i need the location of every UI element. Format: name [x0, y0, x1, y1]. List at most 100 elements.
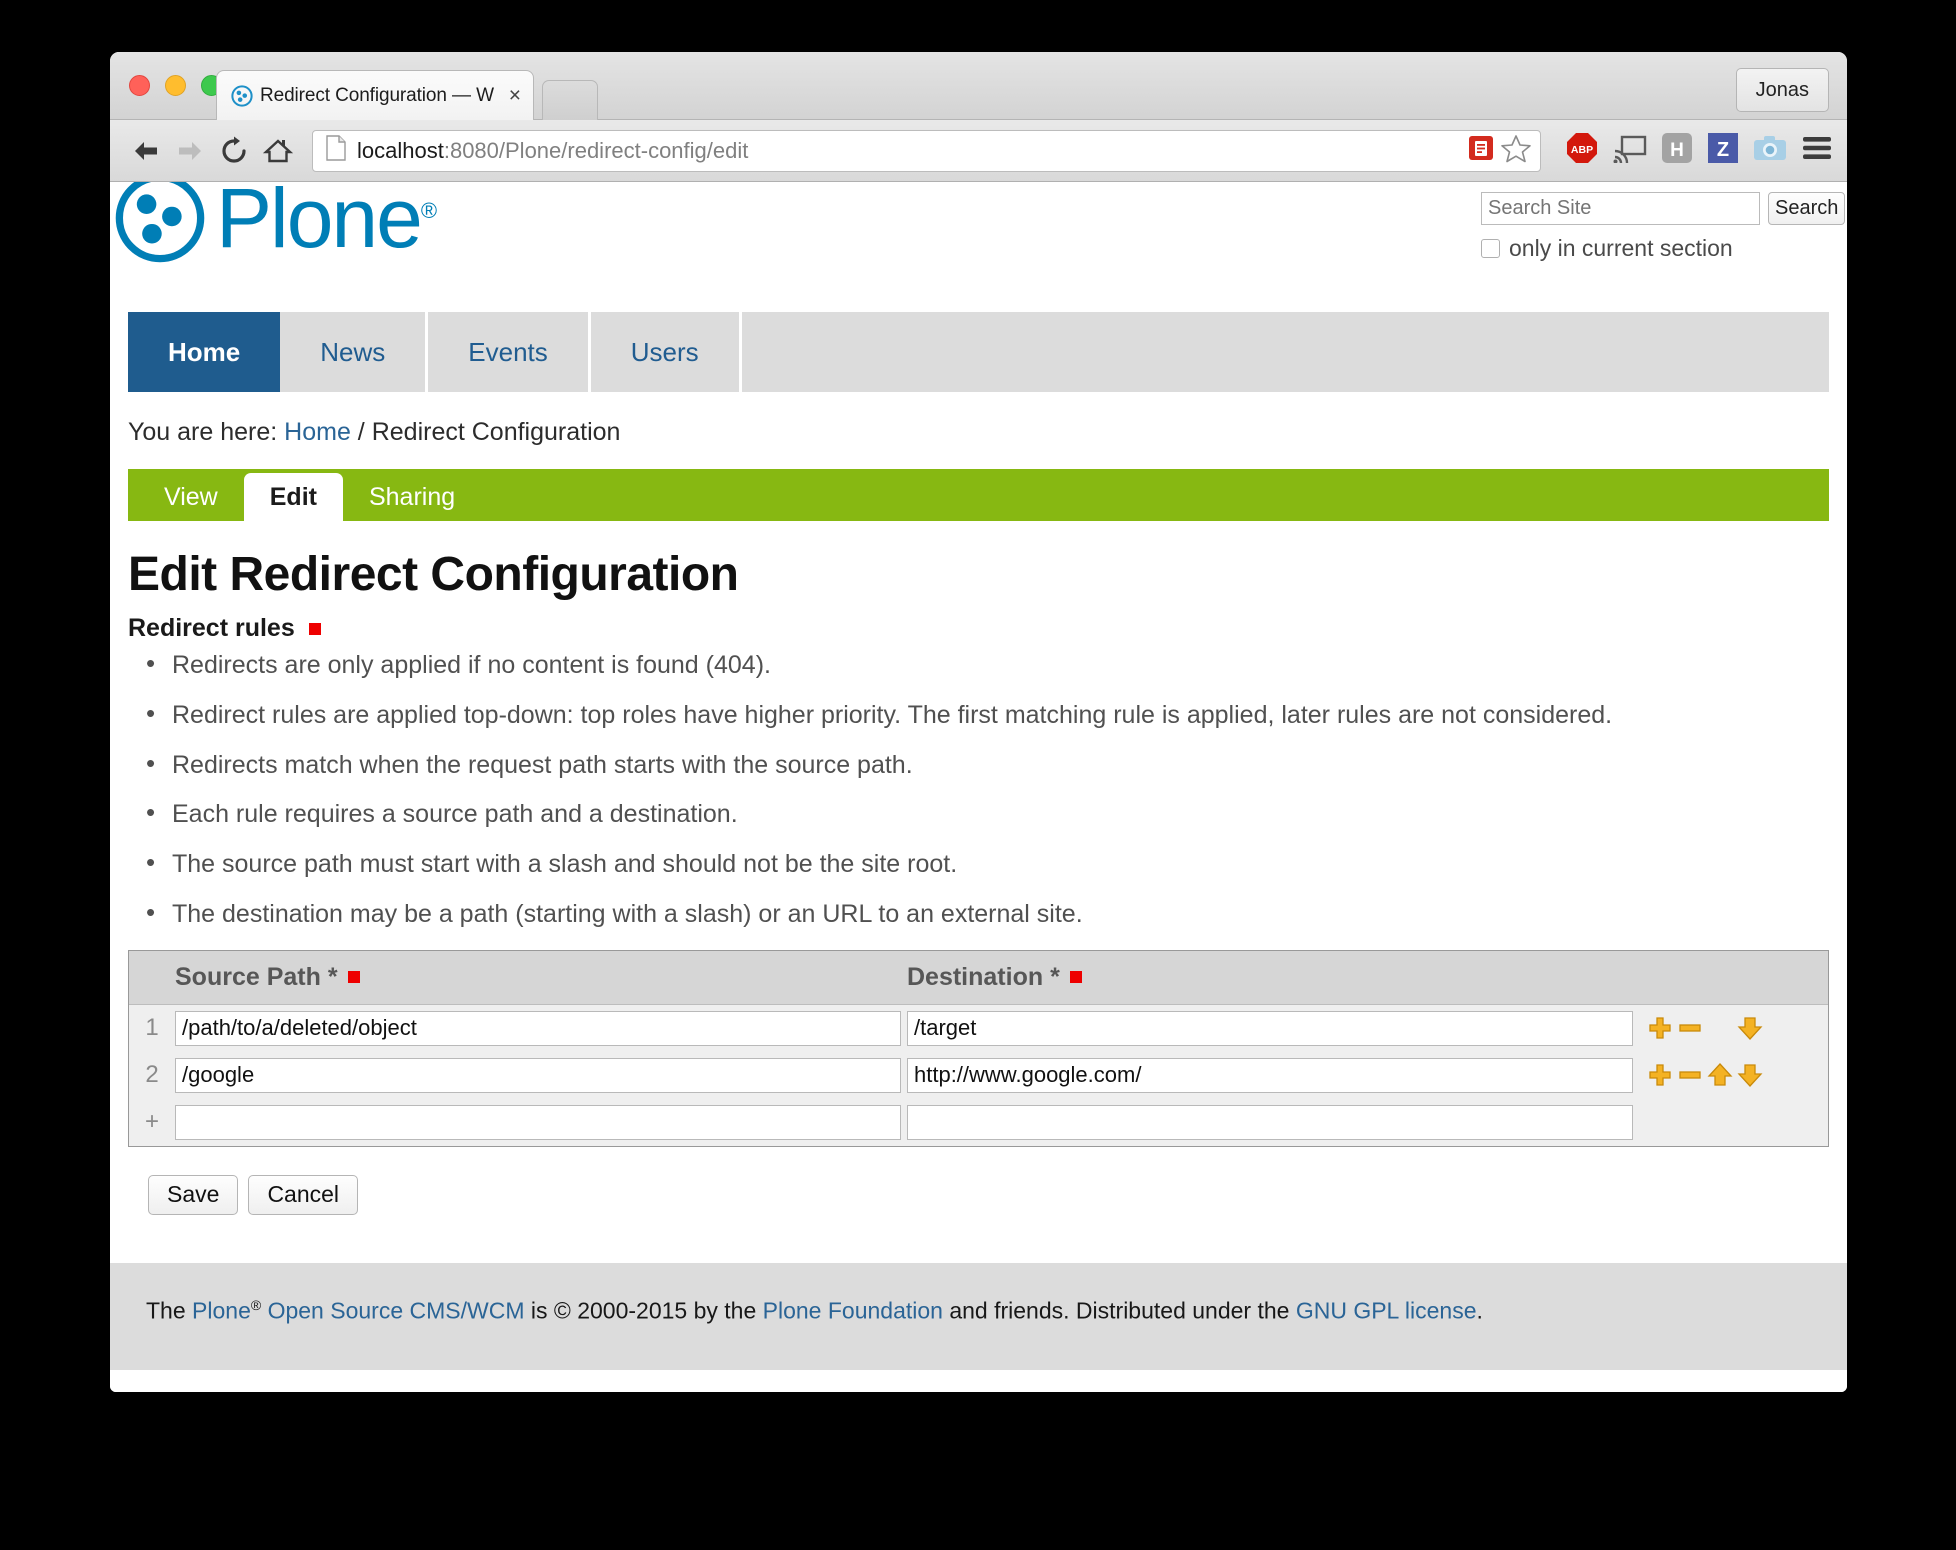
arrow-up-icon[interactable]: [1707, 1062, 1733, 1088]
minus-icon[interactable]: [1677, 1015, 1703, 1041]
svg-text:ABP: ABP: [1571, 144, 1593, 156]
profile-button[interactable]: Jonas: [1735, 68, 1829, 112]
destination-input[interactable]: [907, 1057, 1633, 1093]
footer-text-2: is © 2000-2015 by the: [524, 1297, 763, 1324]
tab-sharing[interactable]: Sharing: [343, 473, 481, 521]
reload-button[interactable]: [212, 129, 256, 173]
save-button[interactable]: Save: [148, 1174, 239, 1215]
browser-window: Redirect Configuration — W × Jonas local…: [110, 52, 1847, 1392]
hamburger-menu-icon[interactable]: [1801, 135, 1833, 166]
source-path-input-new[interactable]: [175, 1104, 901, 1140]
search-input[interactable]: [1481, 192, 1760, 225]
tab-label: Edit: [269, 482, 317, 511]
breadcrumb-current: Redirect Configuration: [371, 418, 621, 446]
column-header-source-path: Source Path *: [175, 963, 901, 992]
main-content: Edit Redirect Configuration Redirect rul…: [128, 521, 1829, 1215]
screenshot-camera-icon[interactable]: [1753, 134, 1787, 167]
required-marker-icon: [347, 971, 360, 983]
page-viewport: Plone® Search only in current section: [110, 182, 1847, 1392]
zotero-icon[interactable]: Z: [1707, 132, 1739, 169]
nav-item-label: Events: [468, 336, 548, 367]
breadcrumb-separator: /: [357, 418, 365, 446]
plone-page: Plone® Search only in current section: [110, 182, 1847, 1371]
close-tab-icon[interactable]: ×: [505, 85, 525, 106]
nav-item-events[interactable]: Events: [428, 312, 591, 392]
row-actions: [1633, 1062, 1828, 1088]
form-buttons: Save Cancel: [148, 1174, 1829, 1215]
logo-registered-mark: ®: [420, 198, 437, 223]
search-scope-row[interactable]: only in current section: [1481, 235, 1841, 262]
column-header-destination: Destination *: [907, 963, 1633, 992]
tab-view[interactable]: View: [138, 473, 244, 521]
plus-icon[interactable]: [1647, 1062, 1673, 1088]
table-row-new: +: [129, 1099, 1828, 1146]
source-path-input[interactable]: [175, 1010, 901, 1046]
datagrid-header-row: Source Path * Destination *: [129, 950, 1828, 1005]
table-row: 1: [129, 1005, 1828, 1052]
arrow-down-icon[interactable]: [1737, 1015, 1763, 1041]
source-path-input[interactable]: [175, 1057, 901, 1093]
close-window-button[interactable]: [129, 75, 150, 96]
page-document-icon: [325, 135, 347, 166]
nav-item-label: Users: [630, 336, 699, 367]
list-item: Redirects are only applied if no content…: [146, 649, 1829, 680]
nav-item-label: Home: [168, 336, 241, 367]
footer-text-1: The: [146, 1297, 193, 1324]
browser-tab-strip: Redirect Configuration — W × Jonas: [110, 52, 1847, 120]
plus-icon[interactable]: [1647, 1015, 1673, 1041]
search-scope-checkbox[interactable]: [1481, 239, 1500, 258]
new-tab-button[interactable]: [542, 80, 598, 120]
site-header: Plone® Search only in current section: [110, 182, 1847, 300]
tab-edit[interactable]: Edit: [243, 473, 343, 521]
destination-input[interactable]: [907, 1010, 1633, 1046]
browser-toolbar: localhost:8080/Plone/redirect-config/edi…: [110, 120, 1847, 182]
rules-help-list: Redirects are only applied if no content…: [128, 649, 1829, 929]
destination-input-new[interactable]: [907, 1104, 1633, 1140]
cast-icon[interactable]: [1613, 133, 1647, 168]
browser-tab-active[interactable]: Redirect Configuration — W ×: [216, 70, 534, 120]
plone-logo-icon: [115, 182, 205, 263]
breadcrumb-prefix: You are here:: [128, 418, 278, 446]
site-search: Search only in current section: [1481, 192, 1846, 262]
back-button[interactable]: [124, 129, 168, 173]
site-logo[interactable]: Plone®: [114, 182, 437, 265]
footer-link-open-source-cms[interactable]: Open Source CMS/WCM: [261, 1297, 525, 1323]
list-item: Redirect rules are applied top-down: top…: [146, 699, 1829, 730]
nav-item-label: News: [320, 336, 386, 367]
footer-link-plone-foundation[interactable]: Plone Foundation: [763, 1297, 943, 1323]
nav-item-users[interactable]: Users: [591, 312, 742, 392]
global-navigation: Home News Events Users: [128, 312, 1829, 392]
minimize-window-button[interactable]: [165, 75, 186, 96]
nav-item-news[interactable]: News: [280, 312, 429, 392]
tab-label: Sharing: [368, 482, 456, 511]
footer-text-4: .: [1476, 1297, 1483, 1324]
profile-label: Jonas: [1755, 78, 1809, 101]
search-button[interactable]: Search: [1768, 192, 1846, 225]
list-item: Each rule requires a source path and a d…: [146, 798, 1829, 829]
site-footer: The Plone® Open Source CMS/WCM is © 2000…: [110, 1262, 1847, 1371]
site-logo-wordmark: Plone®: [216, 182, 437, 265]
table-row: 2: [129, 1052, 1828, 1099]
fieldset-label: Redirect rules: [128, 614, 1829, 643]
redirect-rules-datagrid: Source Path * Destination * 1 /path/to/a…: [128, 949, 1829, 1147]
svg-text:H: H: [1670, 140, 1684, 161]
adblock-plus-icon[interactable]: ABP: [1565, 131, 1599, 170]
home-button[interactable]: [256, 129, 300, 173]
reader-mode-icon[interactable]: [1466, 133, 1496, 168]
footer-text-3: and friends. Distributed under the: [942, 1297, 1296, 1324]
cancel-button[interactable]: Cancel: [248, 1174, 359, 1215]
browser-tab-title: Redirect Configuration — W: [260, 84, 494, 106]
row-actions: [1633, 1015, 1828, 1041]
bookmark-star-icon[interactable]: [1500, 133, 1532, 168]
content-action-tabs: View Edit Sharing: [128, 469, 1829, 521]
nav-item-home[interactable]: Home: [128, 312, 281, 392]
arrow-down-icon[interactable]: [1737, 1062, 1763, 1088]
breadcrumb-link-home[interactable]: Home: [284, 418, 351, 446]
hypothesis-icon[interactable]: H: [1661, 132, 1693, 169]
row-index: 2: [145, 1061, 159, 1088]
address-bar[interactable]: localhost:8080/Plone/redirect-config/edi…: [312, 129, 1541, 172]
minus-icon[interactable]: [1677, 1062, 1703, 1088]
footer-link-plone[interactable]: Plone: [192, 1297, 251, 1323]
footer-link-gnu-gpl[interactable]: GNU GPL license: [1296, 1297, 1477, 1323]
add-row-index[interactable]: +: [129, 1108, 175, 1136]
